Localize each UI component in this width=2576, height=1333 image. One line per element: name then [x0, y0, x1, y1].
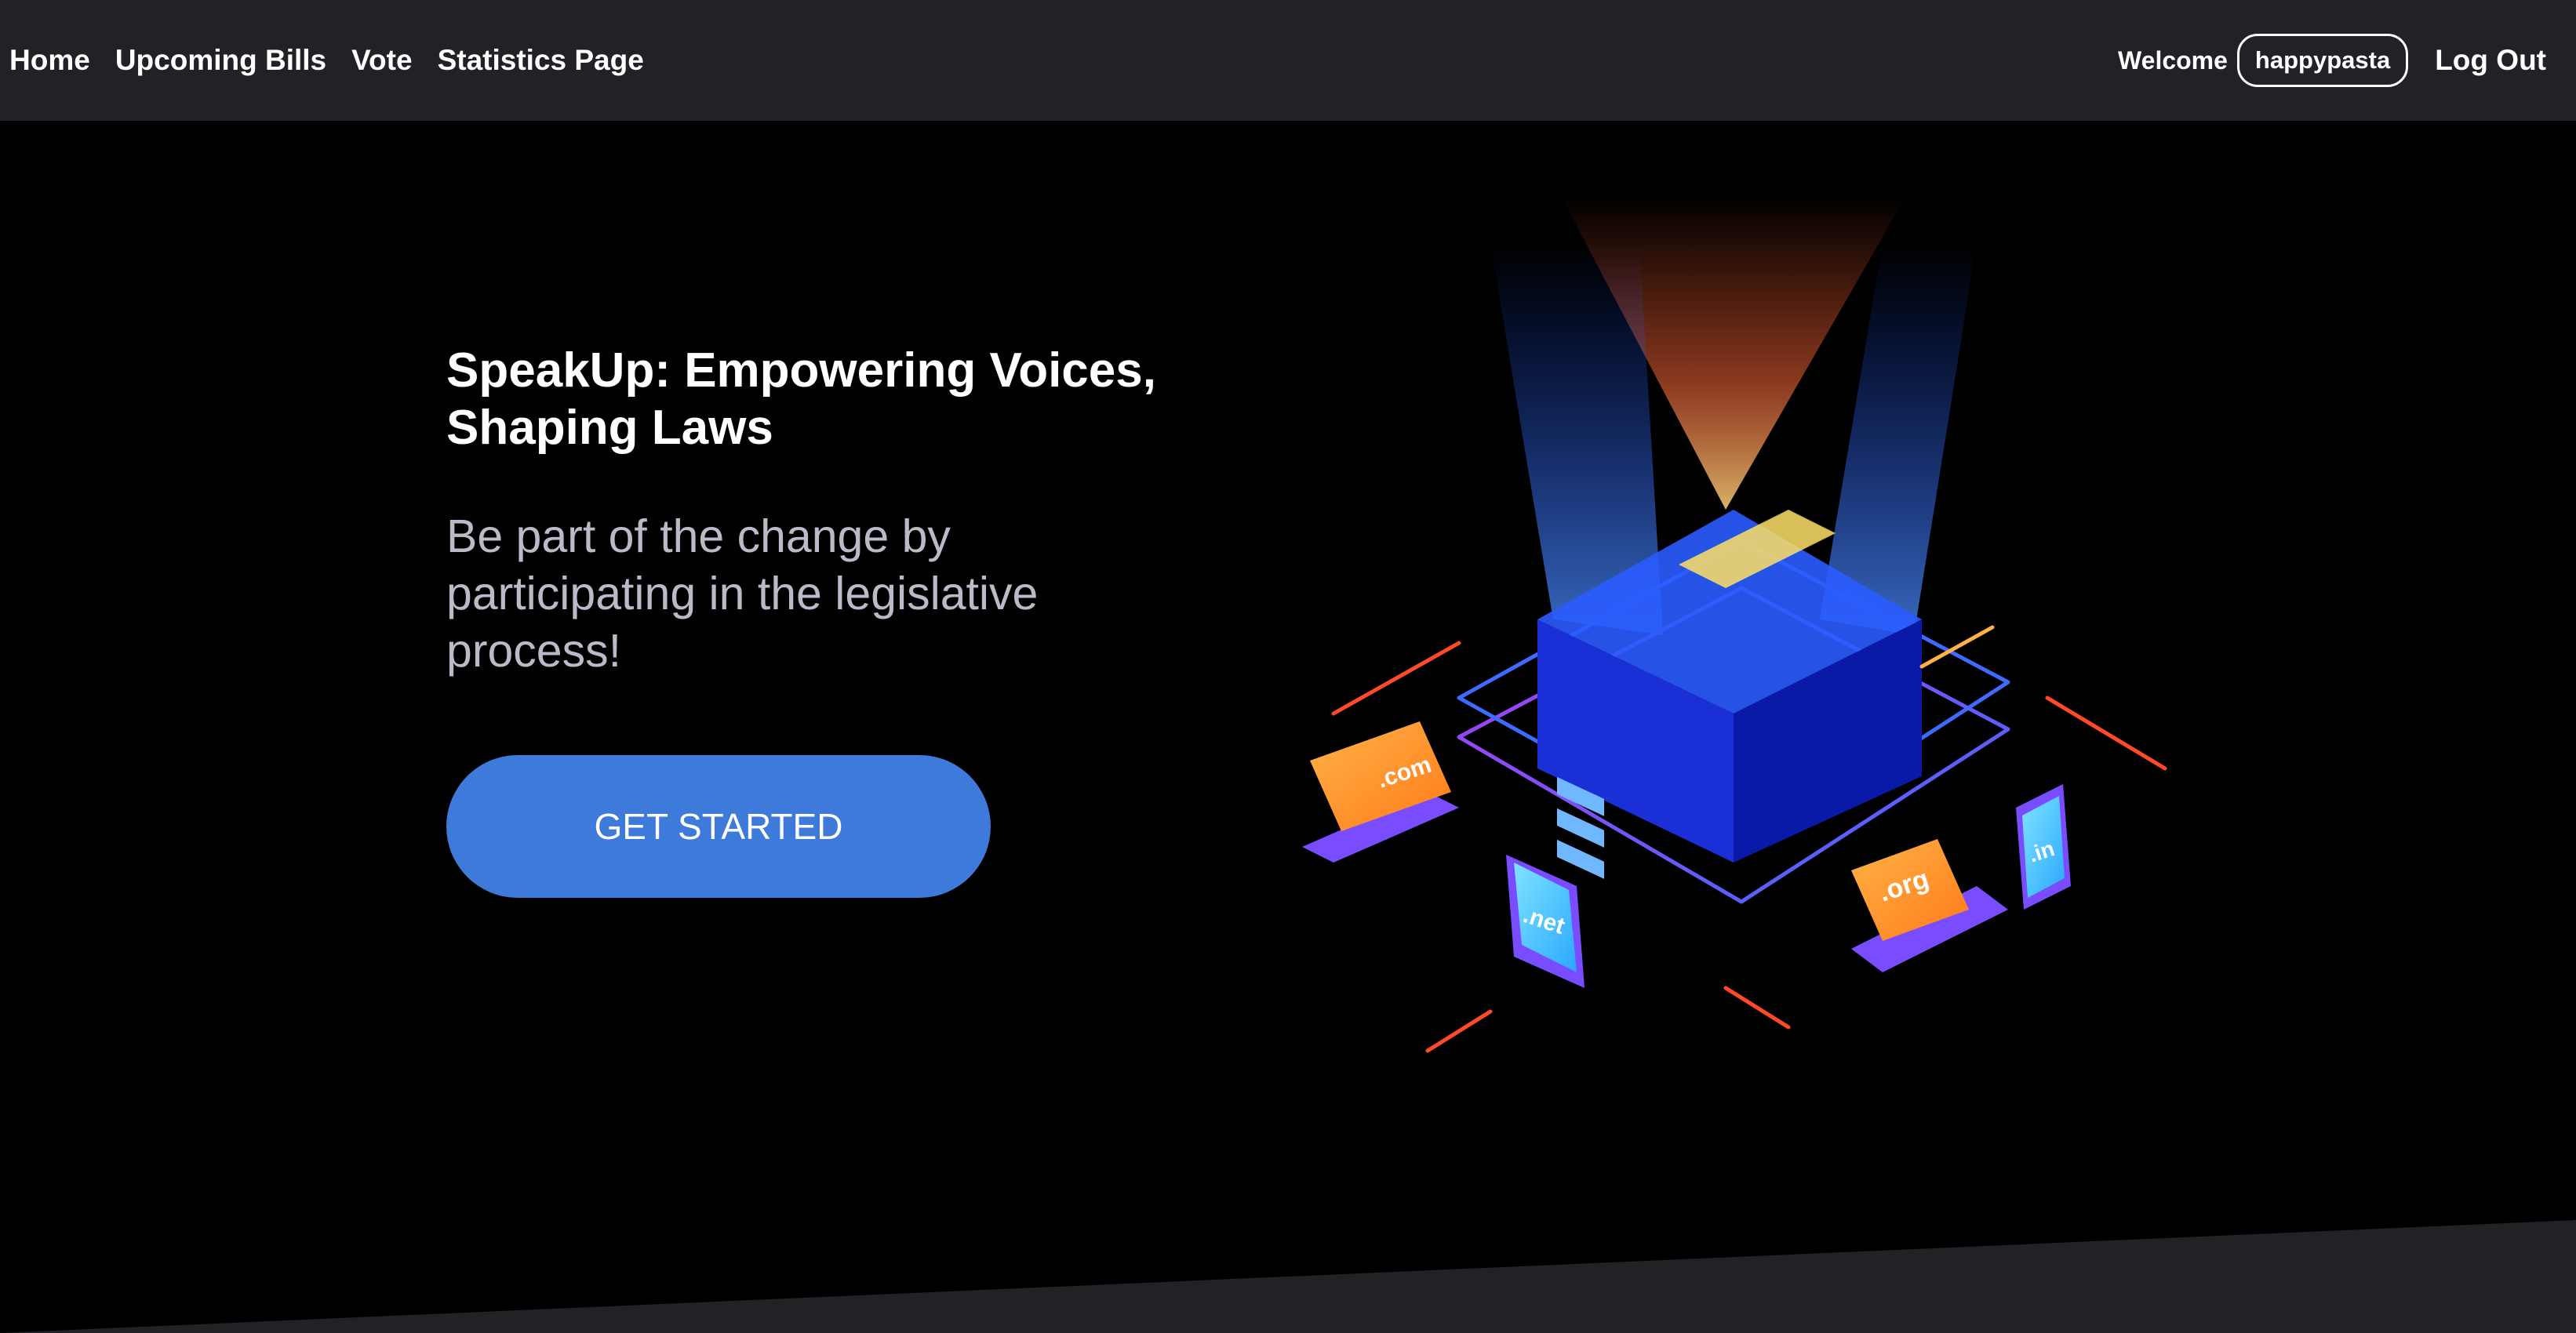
nav-statistics-link[interactable]: Statistics Page: [438, 44, 644, 77]
nav-vote-link[interactable]: Vote: [351, 44, 412, 77]
phone-in: .in: [2016, 784, 2071, 910]
laptop-org: .org: [1851, 839, 2008, 972]
laptop-com: .com: [1302, 721, 1459, 863]
nav-home-link[interactable]: Home: [9, 44, 90, 77]
welcome-label: Welcome: [2118, 45, 2228, 74]
server-network-illustration: .com .net .org .in: [1302, 196, 2167, 1053]
username-badge[interactable]: happypasta: [2236, 34, 2409, 87]
top-navbar: Home Upcoming Bills Vote Statistics Page…: [0, 0, 2576, 121]
user-area: Welcome happypasta Log Out: [2118, 34, 2546, 87]
hero-text: SpeakUp: Empowering Voices, Shaping Laws…: [446, 342, 1231, 680]
hero-subtitle: Be part of the change by participating i…: [446, 510, 1039, 677]
footer-band: [0, 1220, 2576, 1333]
get-started-button[interactable]: GET STARTED: [446, 755, 991, 898]
nav-links: Home Upcoming Bills Vote Statistics Page: [0, 44, 669, 77]
nav-upcoming-bills-link[interactable]: Upcoming Bills: [115, 44, 326, 77]
logout-link[interactable]: Log Out: [2435, 44, 2546, 77]
hero-title: SpeakUp: Empowering Voices, Shaping Laws: [446, 343, 1156, 455]
tablet-net: .net: [1506, 855, 1585, 988]
